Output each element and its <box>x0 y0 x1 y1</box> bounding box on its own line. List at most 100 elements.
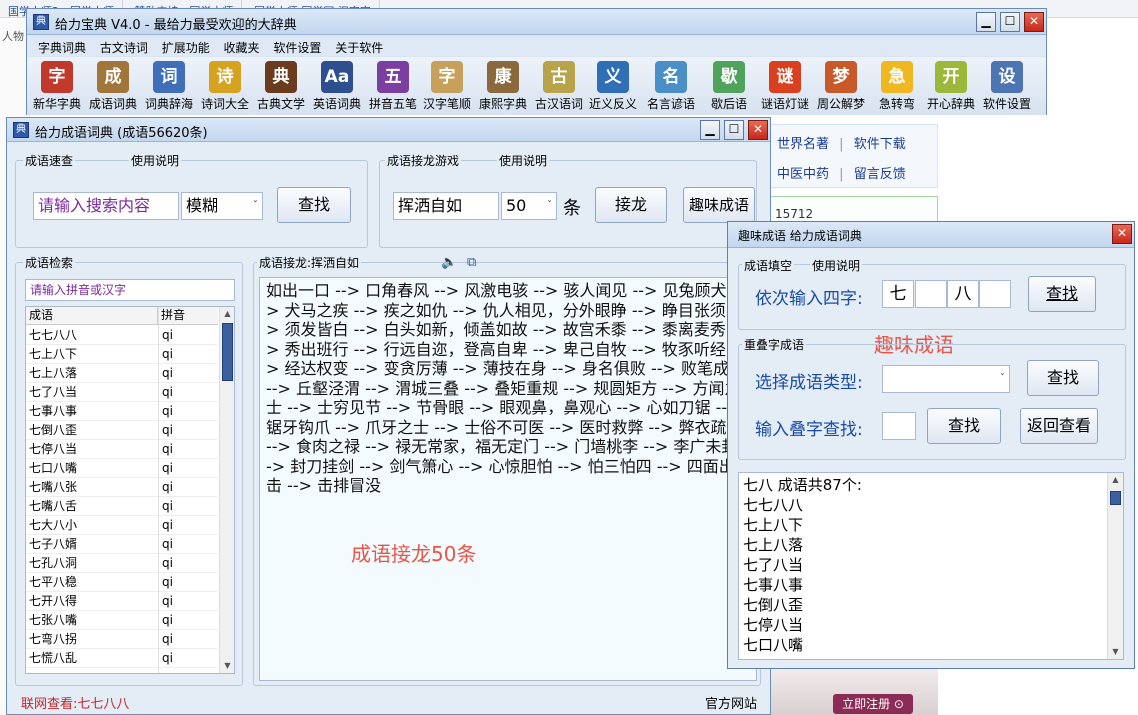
match-mode-select[interactable]: 模糊 ˇ <box>181 192 263 220</box>
table-cell-pinyin[interactable]: qi <box>162 364 217 383</box>
type-search-button[interactable]: 查找 <box>1027 360 1099 396</box>
idiom-titlebar[interactable]: 典 给力成语词典 (成语56620条) ▁ ☐ ✕ <box>7 118 770 142</box>
list-item[interactable]: 七七八八 <box>743 495 1119 515</box>
fun-titlebar[interactable]: 趣味成语 给力成语词典 ✕ <box>728 222 1134 248</box>
close-button[interactable]: ✕ <box>1024 12 1044 32</box>
toolbar-button-2[interactable]: 词词典辞海 <box>143 59 195 113</box>
table-cell-pinyin[interactable]: qi <box>162 478 217 497</box>
table-cell-pinyin[interactable]: qi <box>162 516 217 535</box>
menu-dictionary[interactable]: 字典词典 <box>33 36 91 56</box>
list-item[interactable]: 七上八下 <box>743 515 1119 535</box>
idiom-maximize-button[interactable]: ☐ <box>724 120 744 140</box>
table-cell-pinyin[interactable]: qi <box>162 554 217 573</box>
repeat-search-button[interactable]: 查找 <box>927 408 1001 444</box>
table-row[interactable]: 七大八小 <box>29 516 157 535</box>
list-item[interactable]: 七倒八歪 <box>743 595 1119 615</box>
link-software-download[interactable]: 软件下载 <box>854 137 906 152</box>
table-row[interactable]: 七张八嘴 <box>29 611 157 630</box>
quick-search-input[interactable]: 请输入搜索内容 <box>33 192 179 220</box>
table-row[interactable]: 七倒八歪 <box>29 421 157 440</box>
table-row[interactable]: 七停八当 <box>29 440 157 459</box>
chain-result-text[interactable]: 如出一口 --> 口角春风 --> 风激电骇 --> 骇人闻见 --> 见兔顾犬… <box>259 277 757 681</box>
official-site-link[interactable]: 官方网站 <box>705 693 757 712</box>
table-row[interactable]: 七弯八拐 <box>29 630 157 649</box>
table-row[interactable]: 七上八下 <box>29 345 157 364</box>
toolbar-button-7[interactable]: 字汉字笔顺 <box>421 59 473 113</box>
idiom-minimize-button[interactable]: ▁ <box>700 120 720 140</box>
list-item[interactable]: 七事八事 <box>743 575 1119 595</box>
back-view-button[interactable]: 返回查看 <box>1020 408 1098 444</box>
table-row[interactable]: 七嘴八舌 <box>29 497 157 516</box>
toolbar-button-10[interactable]: 义近义反义 <box>587 59 639 113</box>
fill-char-2-input[interactable] <box>915 280 947 308</box>
table-cell-pinyin[interactable]: qi <box>162 573 217 592</box>
table-row[interactable]: 七上八落 <box>29 364 157 383</box>
table-row[interactable]: 七事八事 <box>29 402 157 421</box>
chain-button[interactable]: 接龙 <box>595 187 667 223</box>
scroll-down-icon[interactable]: ▼ <box>1108 645 1123 659</box>
toolbar-button-14[interactable]: 梦周公解梦 <box>815 59 867 113</box>
toolbar-button-16[interactable]: 开开心辞典 <box>925 59 977 113</box>
fun-idioms-button[interactable]: 趣味成语 <box>683 187 755 223</box>
copy-icon[interactable]: ⧉ <box>467 255 476 270</box>
table-cell-pinyin[interactable]: qi <box>162 592 217 611</box>
list-item[interactable]: 七了八当 <box>743 555 1119 575</box>
chain-count-select[interactable]: 50 ˇ <box>501 192 557 220</box>
table-row[interactable]: 七嘴八张 <box>29 478 157 497</box>
register-button[interactable]: 立即注册 ⊙ <box>833 694 913 714</box>
scroll-up-icon[interactable]: ▲ <box>220 307 234 321</box>
table-row[interactable]: 七口八嘴 <box>29 459 157 478</box>
toolbar-button-13[interactable]: 谜谜语灯谜 <box>759 59 811 113</box>
table-row[interactable]: 七了八当 <box>29 383 157 402</box>
table-row[interactable]: 七平八稳 <box>29 573 157 592</box>
toolbar-button-17[interactable]: 设软件设置 <box>981 59 1033 113</box>
menu-about[interactable]: 关于软件 <box>330 36 388 56</box>
menu-extensions[interactable]: 扩展功能 <box>157 36 215 56</box>
idiom-close-button[interactable]: ✕ <box>748 120 768 140</box>
fill-blank-help-link[interactable]: 使用说明 <box>810 257 863 274</box>
idiom-list-scrollbar[interactable]: ▲ ▼ <box>219 307 234 673</box>
menu-classical-poetry[interactable]: 古文诗词 <box>95 36 153 56</box>
fill-char-3-input[interactable]: 八 <box>947 280 979 308</box>
menu-settings[interactable]: 软件设置 <box>268 36 326 56</box>
fill-search-button[interactable]: 查找 <box>1028 276 1096 312</box>
table-row[interactable]: 七七八八 <box>29 326 157 345</box>
chain-game-help-link[interactable]: 使用说明 <box>497 152 550 169</box>
table-row[interactable]: 七子八婿 <box>29 535 157 554</box>
toolbar-button-5[interactable]: Aa 英语词典 <box>311 59 363 113</box>
table-cell-pinyin[interactable]: qi <box>162 535 217 554</box>
repeat-char-input[interactable] <box>882 412 916 440</box>
quick-search-help-link[interactable]: 使用说明 <box>129 152 182 169</box>
fill-char-4-input[interactable] <box>979 280 1011 308</box>
column-header-idiom[interactable]: 成语 <box>26 307 158 325</box>
toolbar-button-8[interactable]: 康康熙字典 <box>477 59 529 113</box>
toolbar-button-6[interactable]: 五拼音五笔 <box>367 59 419 113</box>
toolbar-button-1[interactable]: 成成语词典 <box>87 59 139 113</box>
fun-close-button[interactable]: ✕ <box>1112 224 1132 244</box>
table-row[interactable]: 七孔八洞 <box>29 554 157 573</box>
table-cell-pinyin[interactable]: qi <box>162 630 217 649</box>
maximize-button[interactable]: ☐ <box>1000 12 1020 32</box>
table-cell-pinyin[interactable]: qi <box>162 345 217 364</box>
quick-search-button[interactable]: 查找 <box>277 187 351 223</box>
idiom-search-input[interactable]: 请输入拼音或汉字 <box>25 279 235 301</box>
chain-start-word-input[interactable]: 挥洒自如 <box>393 192 499 220</box>
table-cell-pinyin[interactable]: qi <box>162 440 217 459</box>
table-cell-pinyin[interactable]: qi <box>162 421 217 440</box>
scroll-up-icon[interactable]: ▲ <box>1108 473 1123 487</box>
table-cell-pinyin[interactable]: qi <box>162 326 217 345</box>
table-row[interactable]: 七慌八乱 <box>29 649 157 668</box>
table-cell-pinyin[interactable]: qi <box>162 649 217 668</box>
list-item[interactable]: 七停八当 <box>743 615 1119 635</box>
fun-result-list[interactable]: 七八 成语共87个: 七七八八 七上八下 七上八落 七了八当 七事八事 七倒八歪 七停八当七… <box>738 472 1124 660</box>
idiom-type-select[interactable]: ˇ <box>882 365 1010 393</box>
toolbar-button-4[interactable]: 典古典文学 <box>255 59 307 113</box>
speaker-icon[interactable]: 🔈 <box>441 255 457 270</box>
toolbar-button-12[interactable]: 歇歇后语 <box>703 59 755 113</box>
toolbar-button-9[interactable]: 古古汉语词 <box>533 59 585 113</box>
table-row[interactable]: 七开八得 <box>29 592 157 611</box>
main-titlebar[interactable]: 典 给力宝典 V4.0 - 最给力最受欢迎的大辞典 ▁ ☐ ✕ <box>27 9 1046 35</box>
toolbar-button-3[interactable]: 诗诗词大全 <box>199 59 251 113</box>
link-chinese-medicine[interactable]: 中医中药 <box>777 167 829 182</box>
result-scrollbar[interactable]: ▲ ▼ <box>1107 473 1123 659</box>
